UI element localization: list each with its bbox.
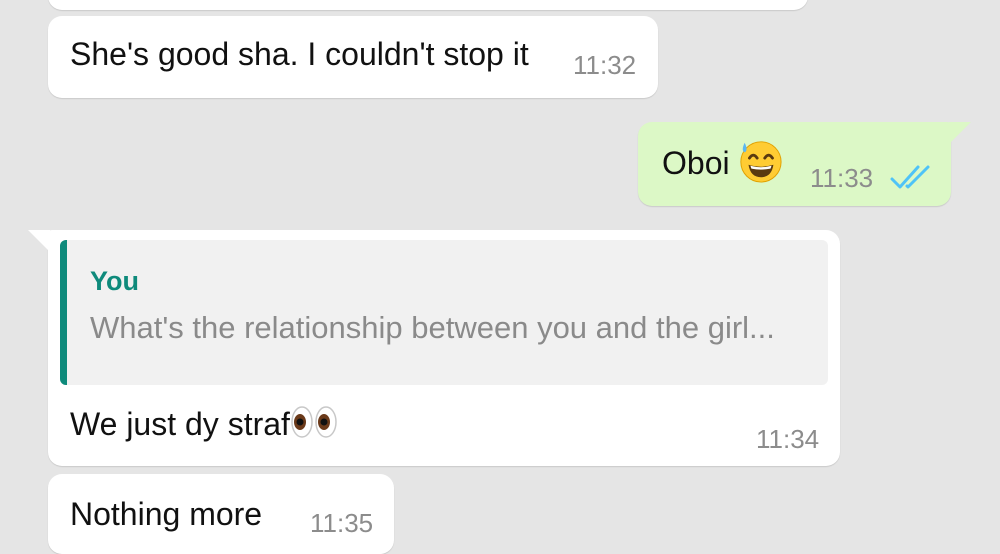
message-text: She's good sha. I couldn't stop it	[70, 36, 529, 72]
message-time: 11:34	[756, 424, 820, 454]
message-bubble-outgoing[interactable]: Oboi 11:33	[638, 122, 971, 206]
read-ticks-icon	[890, 165, 930, 189]
message-bubble-incoming[interactable]: She's good sha. I couldn't stop it 11:32	[48, 16, 658, 98]
eyes-icon	[291, 406, 337, 438]
message-bubble-incoming-reply[interactable]: You What's the relationship between you …	[28, 230, 840, 466]
quoted-message[interactable]: You What's the relationship between you …	[60, 240, 828, 385]
message-time: 11:33	[810, 163, 874, 193]
chat-thread: She's good sha. I couldn't stop it 11:32…	[0, 0, 1000, 554]
quote-author: You	[90, 266, 139, 296]
quote-text: What's the relationship between you and …	[90, 310, 775, 345]
message-time: 11:32	[573, 50, 637, 80]
bubble-tail	[949, 122, 971, 144]
message-bubble-partial[interactable]	[48, 0, 808, 10]
message-text: We just dy straf	[70, 406, 290, 442]
quote-accent-bar	[60, 240, 67, 385]
message-text: Oboi	[662, 145, 730, 181]
message-bubble-incoming[interactable]: Nothing more 11:35	[48, 474, 394, 554]
sweat-smile-icon	[740, 141, 782, 183]
bubble-tail	[28, 230, 50, 252]
message-time: 11:35	[310, 508, 374, 538]
message-text: Nothing more	[70, 496, 263, 532]
